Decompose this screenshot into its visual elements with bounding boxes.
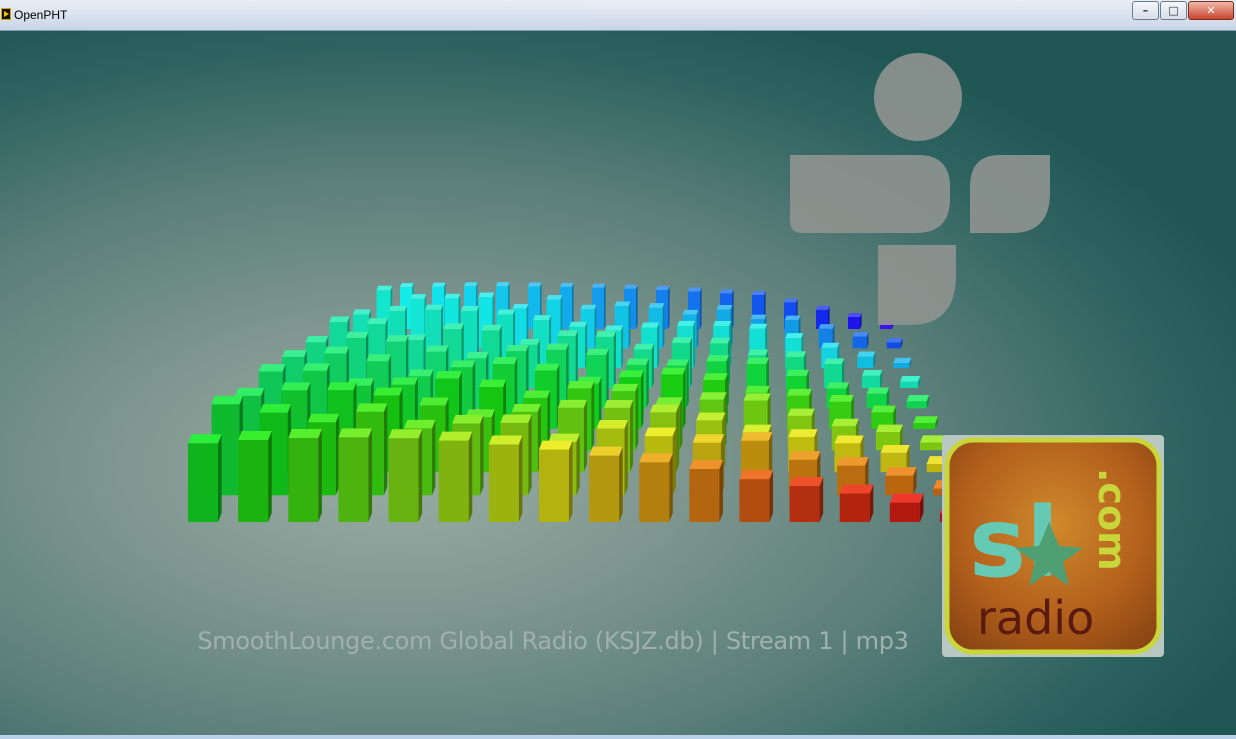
spectrum-bar: [866, 387, 890, 409]
spectrum-bar: [913, 416, 939, 429]
openpht-window: OpenPHT – □ ✕ sl radio .com SmoothLounge…: [0, 0, 1236, 739]
spectrum-bar: [789, 477, 824, 522]
spectrum-bar: [488, 435, 523, 522]
window-title: OpenPHT: [14, 8, 68, 22]
spectrum-bar: [639, 453, 673, 522]
spectrum-bar: [839, 484, 874, 522]
background-window-ghost: [590, 0, 920, 28]
spectrum-bar: [589, 446, 623, 522]
spectrum-bar: [852, 331, 869, 349]
player-content: sl radio .com SmoothLounge.com Global Ra…: [0, 31, 1236, 735]
tunein-logo-base: [878, 245, 956, 325]
station-logo-com: .com: [1090, 468, 1134, 571]
tunein-logo-head: [874, 53, 962, 141]
spectrum-bar: [857, 351, 876, 369]
spectrum-bar: [893, 357, 912, 369]
window-controls: – □ ✕: [1131, 1, 1234, 20]
spectrum-bar: [238, 431, 272, 522]
spectrum-bar: [900, 376, 921, 389]
close-button[interactable]: ✕: [1188, 1, 1234, 20]
spectrum-bar: [689, 460, 723, 522]
tunein-logo-right: [970, 155, 1050, 233]
spectrum-bar: [188, 434, 222, 522]
taskbar-edge: [0, 735, 1236, 739]
spectrum-bar: [889, 493, 924, 522]
spectrum-bar: [338, 428, 372, 522]
title-bar[interactable]: OpenPHT – □ ✕: [0, 0, 1236, 31]
spectrum-bar: [886, 337, 903, 349]
spectrum-bar: [906, 395, 930, 409]
spectrum-bar: [438, 431, 473, 522]
spectrum-bar: [739, 470, 774, 522]
spectrum-bar: [861, 370, 883, 389]
stream-info-text: SmoothLounge.com Global Radio (KSJZ.db) …: [197, 627, 909, 655]
spectrum-bar: [388, 429, 423, 522]
station-logo: sl radio .com: [942, 435, 1164, 657]
tunein-logo: [790, 53, 1050, 325]
maximize-button[interactable]: □: [1160, 1, 1187, 20]
spectrum-bar: [885, 467, 917, 496]
tunein-logo-left: [790, 155, 950, 233]
spectrum-bar: [538, 440, 573, 522]
minimize-button[interactable]: –: [1132, 1, 1159, 20]
spectrum-bar: [288, 428, 322, 522]
openpht-app-icon: [1, 8, 11, 20]
